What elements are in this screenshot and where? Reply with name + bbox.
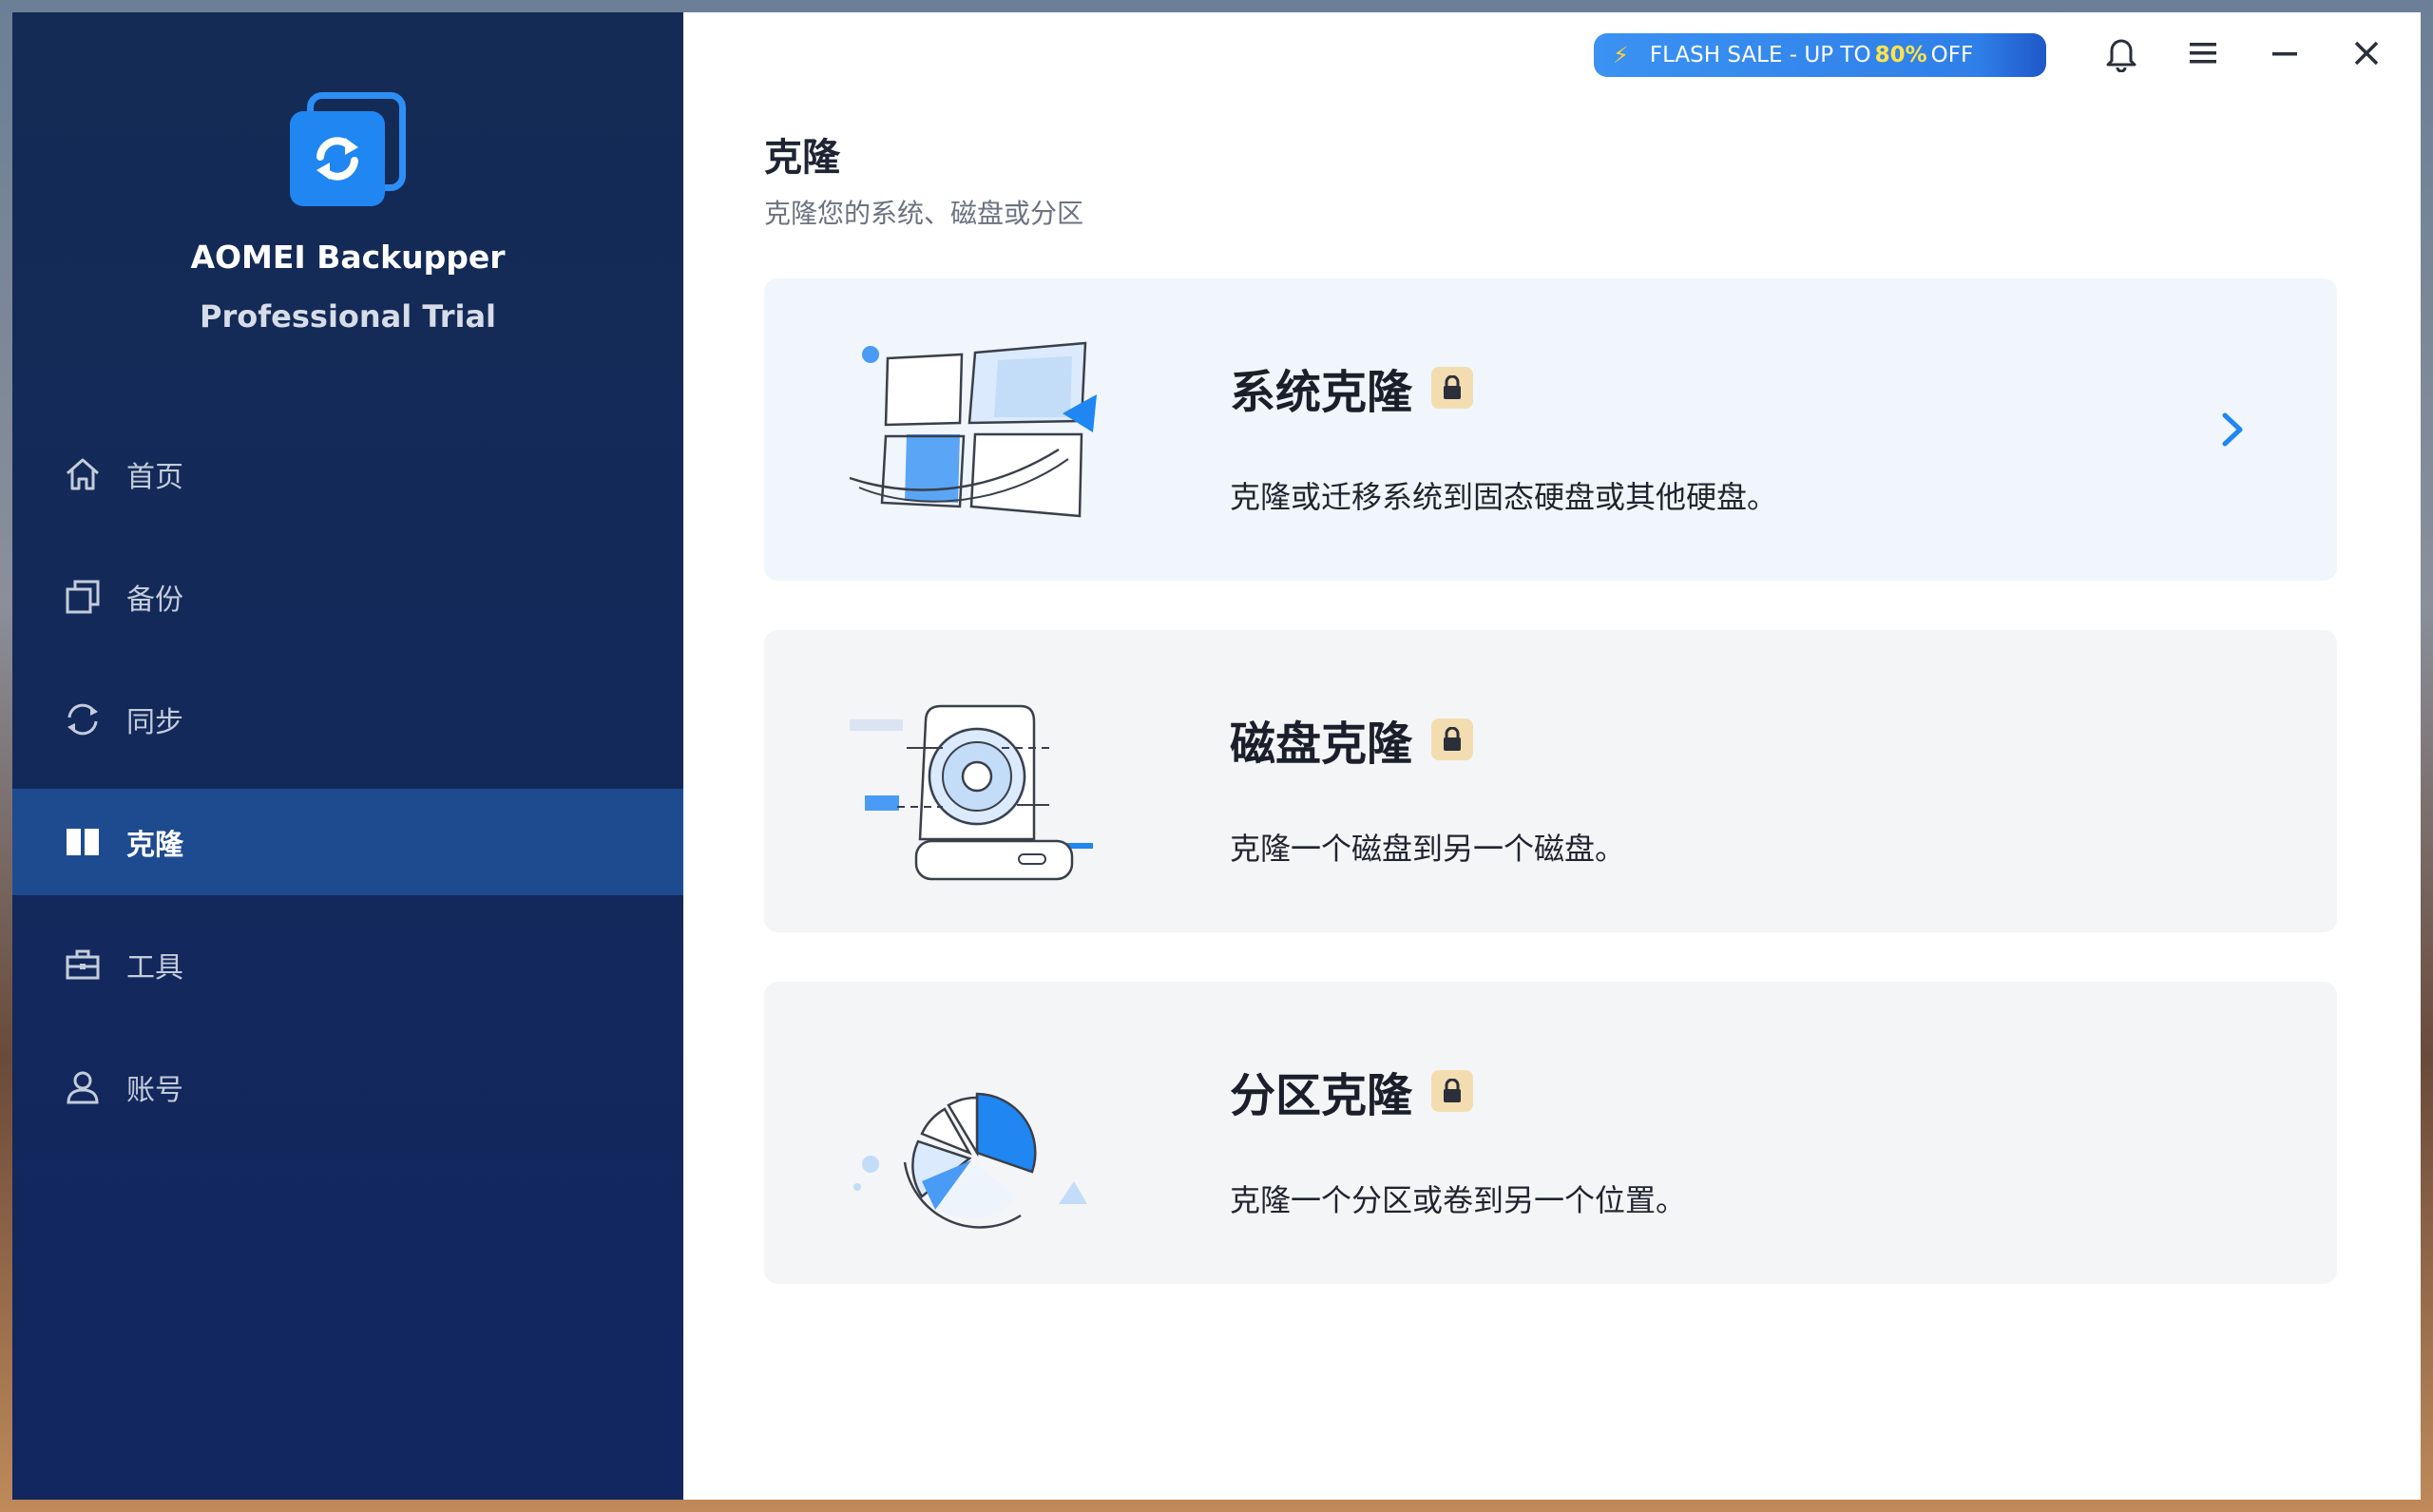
lock-icon: [1431, 1070, 1474, 1112]
system-clone-illustration-icon: [831, 326, 1135, 535]
lightning-icon: ⚡: [1613, 42, 1629, 68]
minimize-icon: [2270, 39, 2300, 71]
close-icon: [2352, 39, 2381, 71]
close-button[interactable]: [2326, 31, 2407, 79]
app-branding: AOMEI Backupper Professional Trial: [12, 92, 683, 335]
main-content: ⚡ FLASH SALE - UP TO 80% OFF 克隆 克隆您的系统、磁…: [683, 12, 2421, 1500]
chevron-right-icon[interactable]: [2213, 408, 2251, 451]
partition-clone-illustration-icon: [831, 1029, 1135, 1238]
card-description: 克隆一个分区或卷到另一个位置。: [1230, 1182, 1687, 1218]
menu-button[interactable]: [2162, 31, 2244, 79]
backup-icon: [62, 576, 104, 618]
app-name: AOMEI Backupper: [190, 239, 506, 276]
sidebar-item-home[interactable]: 首页: [12, 421, 683, 527]
home-icon: [62, 453, 104, 495]
sidebar-item-label: 工具: [126, 951, 183, 985]
flash-sale-banner[interactable]: ⚡ FLASH SALE - UP TO 80% OFF: [1594, 33, 2046, 77]
card-title: 磁盘克隆: [1230, 706, 1474, 773]
card-title: 系统克隆: [1230, 354, 1474, 421]
sidebar-item-clone[interactable]: 克隆: [12, 789, 683, 895]
flash-sale-suffix: OFF: [1930, 43, 1974, 67]
card-title-text: 分区克隆: [1230, 1069, 1413, 1122]
card-title-text: 系统克隆: [1230, 366, 1413, 419]
disk-clone-card[interactable]: 磁盘克隆 克隆一个磁盘到另一个磁盘。: [764, 630, 2337, 932]
app-window: AOMEI Backupper Professional Trial 首页 备份: [12, 12, 2421, 1500]
sidebar-item-label: 克隆: [126, 829, 183, 862]
title-bar: ⚡ FLASH SALE - UP TO 80% OFF: [1594, 31, 2421, 79]
toolbox-icon: [62, 944, 104, 986]
sidebar-item-account[interactable]: 账号: [12, 1034, 683, 1140]
card-description: 克隆或迁移系统到固态硬盘或其他硬盘。: [1230, 479, 1778, 515]
clone-icon: [62, 821, 104, 863]
partition-clone-card[interactable]: 分区克隆 克隆一个分区或卷到另一个位置。: [764, 982, 2337, 1284]
app-logo-icon: [286, 92, 410, 216]
sidebar-item-sync[interactable]: 同步: [12, 666, 683, 773]
sidebar-item-label: 同步: [126, 706, 183, 739]
sync-icon: [62, 699, 104, 740]
sidebar-item-label: 首页: [126, 461, 183, 494]
sidebar-item-backup[interactable]: 备份: [12, 544, 683, 650]
sidebar-nav: 首页 备份 同步 克隆 工具 账号: [12, 421, 683, 1157]
notification-button[interactable]: [2080, 31, 2162, 79]
lock-icon: [1431, 367, 1474, 409]
card-title: 分区克隆: [1230, 1058, 1474, 1124]
flash-sale-percent: 80%: [1874, 43, 1927, 67]
bell-icon: [2104, 34, 2138, 76]
card-title-text: 磁盘克隆: [1230, 718, 1413, 771]
sidebar: AOMEI Backupper Professional Trial 首页 备份: [12, 12, 683, 1500]
user-icon: [62, 1066, 104, 1108]
page-title: 克隆: [764, 136, 840, 180]
sidebar-item-label: 账号: [126, 1074, 183, 1107]
page-subtitle: 克隆您的系统、磁盘或分区: [764, 198, 1084, 229]
disk-clone-illustration-icon: [831, 678, 1135, 887]
system-clone-card[interactable]: 系统克隆 克隆或迁移系统到固态硬盘或其他硬盘。: [764, 278, 2337, 581]
card-description: 克隆一个磁盘到另一个磁盘。: [1230, 831, 1626, 867]
flash-sale-text: FLASH SALE - UP TO: [1649, 43, 1871, 67]
minimize-button[interactable]: [2244, 31, 2326, 79]
lock-icon: [1431, 718, 1474, 760]
app-edition: Professional Trial: [200, 298, 496, 335]
hamburger-menu-icon: [2188, 39, 2218, 71]
sidebar-item-label: 备份: [126, 584, 183, 617]
sidebar-item-tools[interactable]: 工具: [12, 911, 683, 1018]
